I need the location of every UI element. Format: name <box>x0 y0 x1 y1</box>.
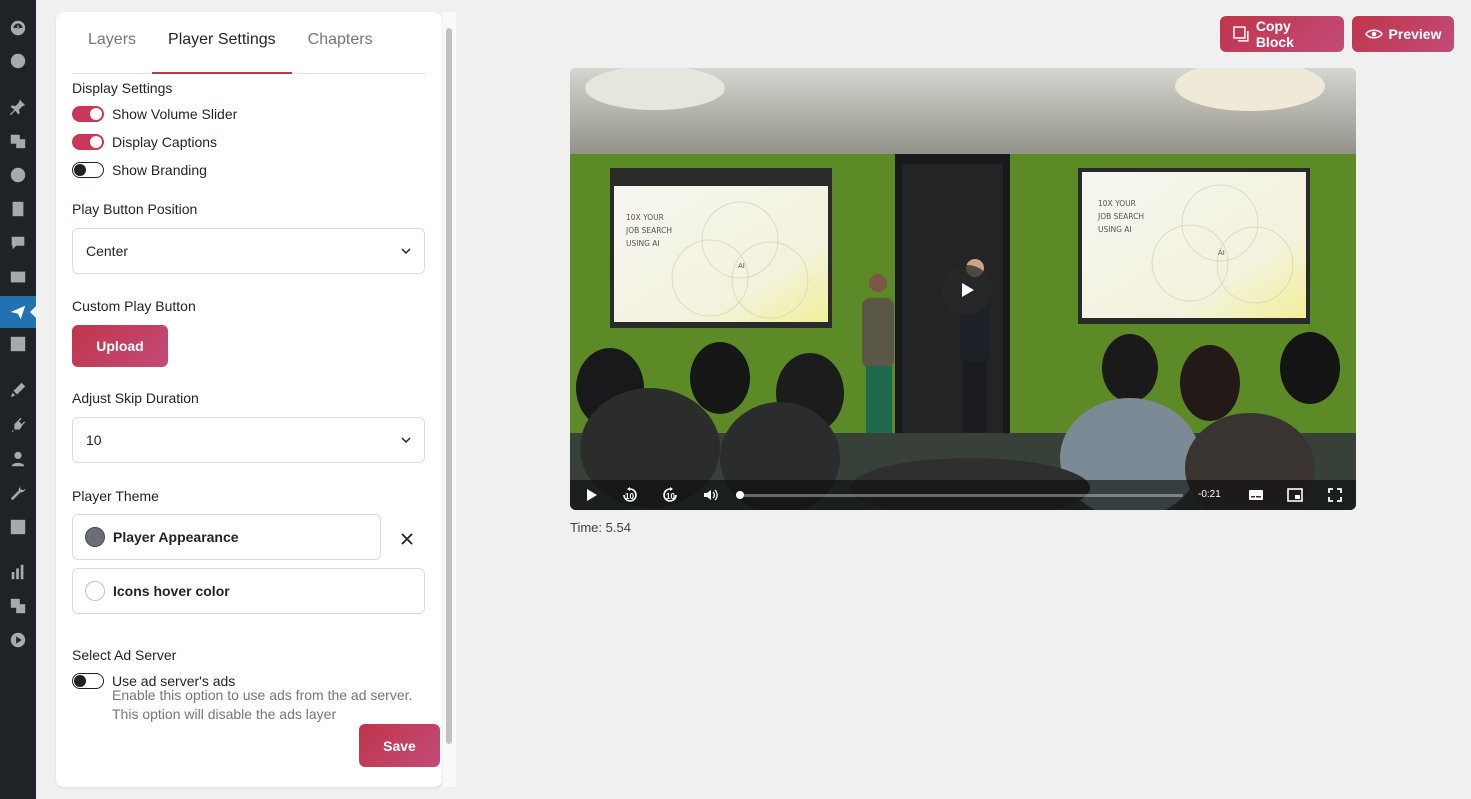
video-control-bar: 10 10 -0:21 <box>570 480 1356 510</box>
posts-pin-icon[interactable] <box>8 97 28 117</box>
skip-back-icon[interactable]: 10 <box>621 487 639 503</box>
preview-label: Preview <box>1388 26 1442 42</box>
ad-server-help-text: Enable this option to use ads from the a… <box>112 687 413 722</box>
hover-label: Icons hover color <box>113 583 230 599</box>
skip-duration-label: Adjust Skip Duration <box>72 390 199 406</box>
play-icon <box>962 283 974 297</box>
copy-block-button[interactable]: Copy Block <box>1220 16 1344 52</box>
play-position-select[interactable]: Center <box>72 228 425 274</box>
svg-text:10X YOUR: 10X YOUR <box>1098 199 1136 208</box>
skip-forward-icon[interactable]: 10 <box>661 487 679 503</box>
upload-button[interactable]: Upload <box>72 325 168 367</box>
player-theme-label: Player Theme <box>72 488 159 504</box>
tab-layers[interactable]: Layers <box>72 28 152 74</box>
admin-sidebar <box>0 0 36 799</box>
appearance-label: Player Appearance <box>113 529 239 545</box>
collapse-menu-icon[interactable] <box>8 630 28 650</box>
volume-slider-row: Show Volume Slider <box>72 106 237 122</box>
skip-forward-value: 10 <box>666 492 675 501</box>
pages-icon[interactable] <box>8 199 28 219</box>
preview-button[interactable]: Preview <box>1352 16 1454 52</box>
ad-server-toggle[interactable] <box>72 673 104 689</box>
time-remaining: -0:21 <box>1198 489 1221 500</box>
play-position-label: Play Button Position <box>72 201 198 217</box>
progress-handle[interactable] <box>736 491 744 499</box>
appearance-icon[interactable] <box>8 380 28 400</box>
forms-icon[interactable] <box>8 267 28 287</box>
skip-duration-select[interactable]: 10 <box>72 417 425 463</box>
tools-icon[interactable] <box>8 483 28 503</box>
hover-color-picker[interactable]: Icons hover color <box>72 568 425 614</box>
layout-icon[interactable] <box>8 334 28 354</box>
settings-panel: Layers Player Settings Chapters Display … <box>56 12 442 787</box>
svg-text:AI: AI <box>738 262 745 270</box>
ad-server-heading: Select Ad Server <box>72 647 177 663</box>
copy-block-label: Copy Block <box>1255 18 1294 50</box>
captions-icon[interactable] <box>1248 487 1264 503</box>
hover-swatch <box>85 581 105 601</box>
analytics-icon[interactable] <box>8 562 28 582</box>
chevron-down-icon <box>401 248 411 255</box>
dashboard-icon[interactable] <box>8 18 28 38</box>
tab-player-settings[interactable]: Player Settings <box>152 28 292 74</box>
display-settings-heading: Display Settings <box>72 80 173 96</box>
player-appearance-picker[interactable]: Player Appearance <box>72 514 381 560</box>
svg-text:AI: AI <box>1218 249 1225 257</box>
fullscreen-icon[interactable] <box>1327 487 1343 503</box>
translate-icon[interactable] <box>8 596 28 616</box>
progress-track[interactable] <box>740 494 1183 497</box>
svg-text:JOB SEARCH: JOB SEARCH <box>625 226 672 235</box>
captions-row: Display Captions <box>72 134 217 150</box>
blocks-icon[interactable] <box>8 165 28 185</box>
comments-icon[interactable] <box>8 233 28 253</box>
save-button[interactable]: Save <box>359 724 440 767</box>
close-icon[interactable] <box>401 533 413 545</box>
captions-label: Display Captions <box>112 134 218 150</box>
settings-icon[interactable] <box>8 517 28 537</box>
picture-in-picture-icon[interactable] <box>1287 487 1303 503</box>
copy-icon <box>1233 26 1249 42</box>
panel-scrollbar[interactable] <box>446 28 452 744</box>
appearance-swatch <box>85 527 105 547</box>
video-player[interactable]: 10X YOUR JOB SEARCH USING AI AI 10X YOUR… <box>570 68 1356 510</box>
svg-text:10X YOUR: 10X YOUR <box>626 213 664 222</box>
play-position-value: Center <box>86 243 129 259</box>
media-icon[interactable] <box>8 131 28 151</box>
custom-play-label: Custom Play Button <box>72 298 196 314</box>
skip-duration-value: 10 <box>86 432 102 448</box>
plugins-icon[interactable] <box>8 415 28 435</box>
big-play-button[interactable] <box>942 265 992 315</box>
svg-text:USING AI: USING AI <box>626 239 660 248</box>
svg-text:USING AI: USING AI <box>1098 225 1132 234</box>
eye-icon <box>1364 29 1383 39</box>
chevron-down-icon <box>401 437 411 444</box>
time-readout: Time: 5.54 <box>570 520 631 535</box>
play-control-icon[interactable] <box>583 487 599 503</box>
volume-slider-toggle[interactable] <box>72 106 104 122</box>
volume-slider-label: Show Volume Slider <box>112 106 238 122</box>
svg-text:JOB SEARCH: JOB SEARCH <box>1097 212 1144 221</box>
tab-chapters[interactable]: Chapters <box>292 28 389 74</box>
jetpack-icon[interactable] <box>8 51 28 71</box>
player-plugin-icon[interactable] <box>0 296 36 328</box>
volume-icon[interactable] <box>702 487 718 503</box>
skip-back-value: 10 <box>625 492 634 501</box>
branding-label: Show Branding <box>112 162 207 178</box>
tab-bar: Layers Player Settings Chapters <box>72 28 426 74</box>
users-icon[interactable] <box>8 449 28 469</box>
captions-toggle[interactable] <box>72 134 104 150</box>
branding-toggle[interactable] <box>72 162 104 178</box>
branding-row: Show Branding <box>72 162 207 178</box>
